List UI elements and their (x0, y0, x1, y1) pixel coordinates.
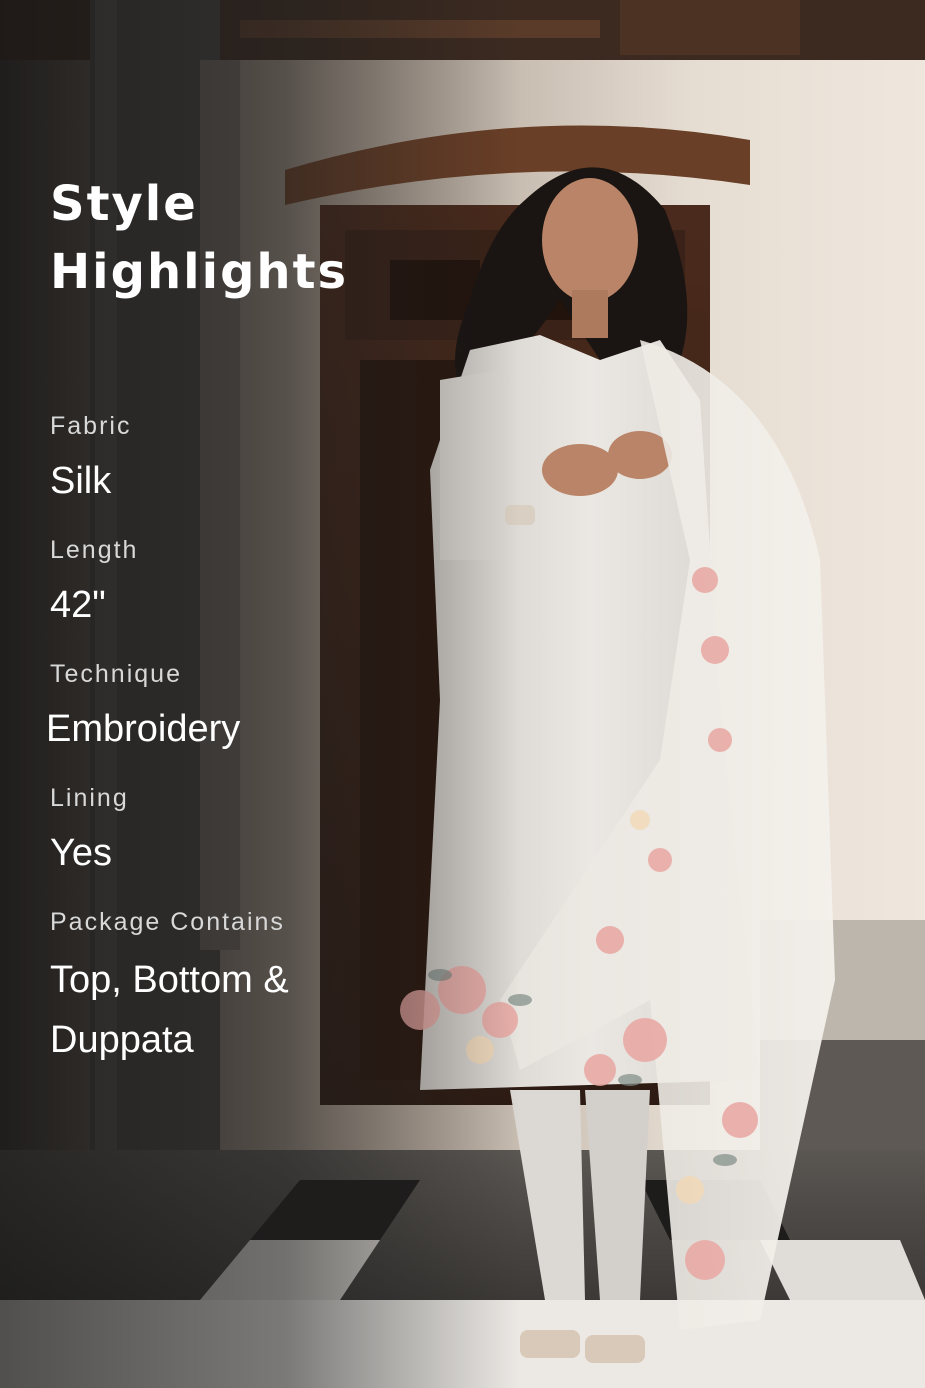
spec-value-length: 42" (50, 584, 106, 626)
spec-lining: Lining Yes (50, 778, 470, 902)
spec-length: Length 42" (50, 530, 470, 654)
spec-fabric: Fabric Silk (50, 406, 470, 530)
style-highlights-panel: Style Highlights Fabric Silk Length 42" … (46, 170, 470, 1070)
spec-value-lining: Yes (50, 832, 112, 874)
spec-label-package-contains: Package Contains (50, 908, 285, 936)
spec-label-length: Length (50, 536, 139, 564)
spec-label-fabric: Fabric (50, 412, 132, 440)
spec-technique: Technique Embroidery (46, 654, 470, 778)
style-highlights-title: Style Highlights (50, 176, 349, 300)
spec-list: Fabric Silk Length 42" Technique Embroid… (46, 406, 470, 1070)
spec-label-lining: Lining (50, 784, 129, 812)
spec-value-technique: Embroidery (46, 708, 241, 750)
spec-label-technique: Technique (50, 660, 182, 688)
spec-value-fabric: Silk (50, 460, 112, 502)
product-highlight-card: Style Highlights Fabric Silk Length 42" … (0, 0, 925, 1388)
spec-package-contains: Package Contains Top, Bottom & Duppata (50, 902, 470, 1070)
spec-value-package-contains: Top, Bottom & Duppata (50, 959, 289, 1061)
